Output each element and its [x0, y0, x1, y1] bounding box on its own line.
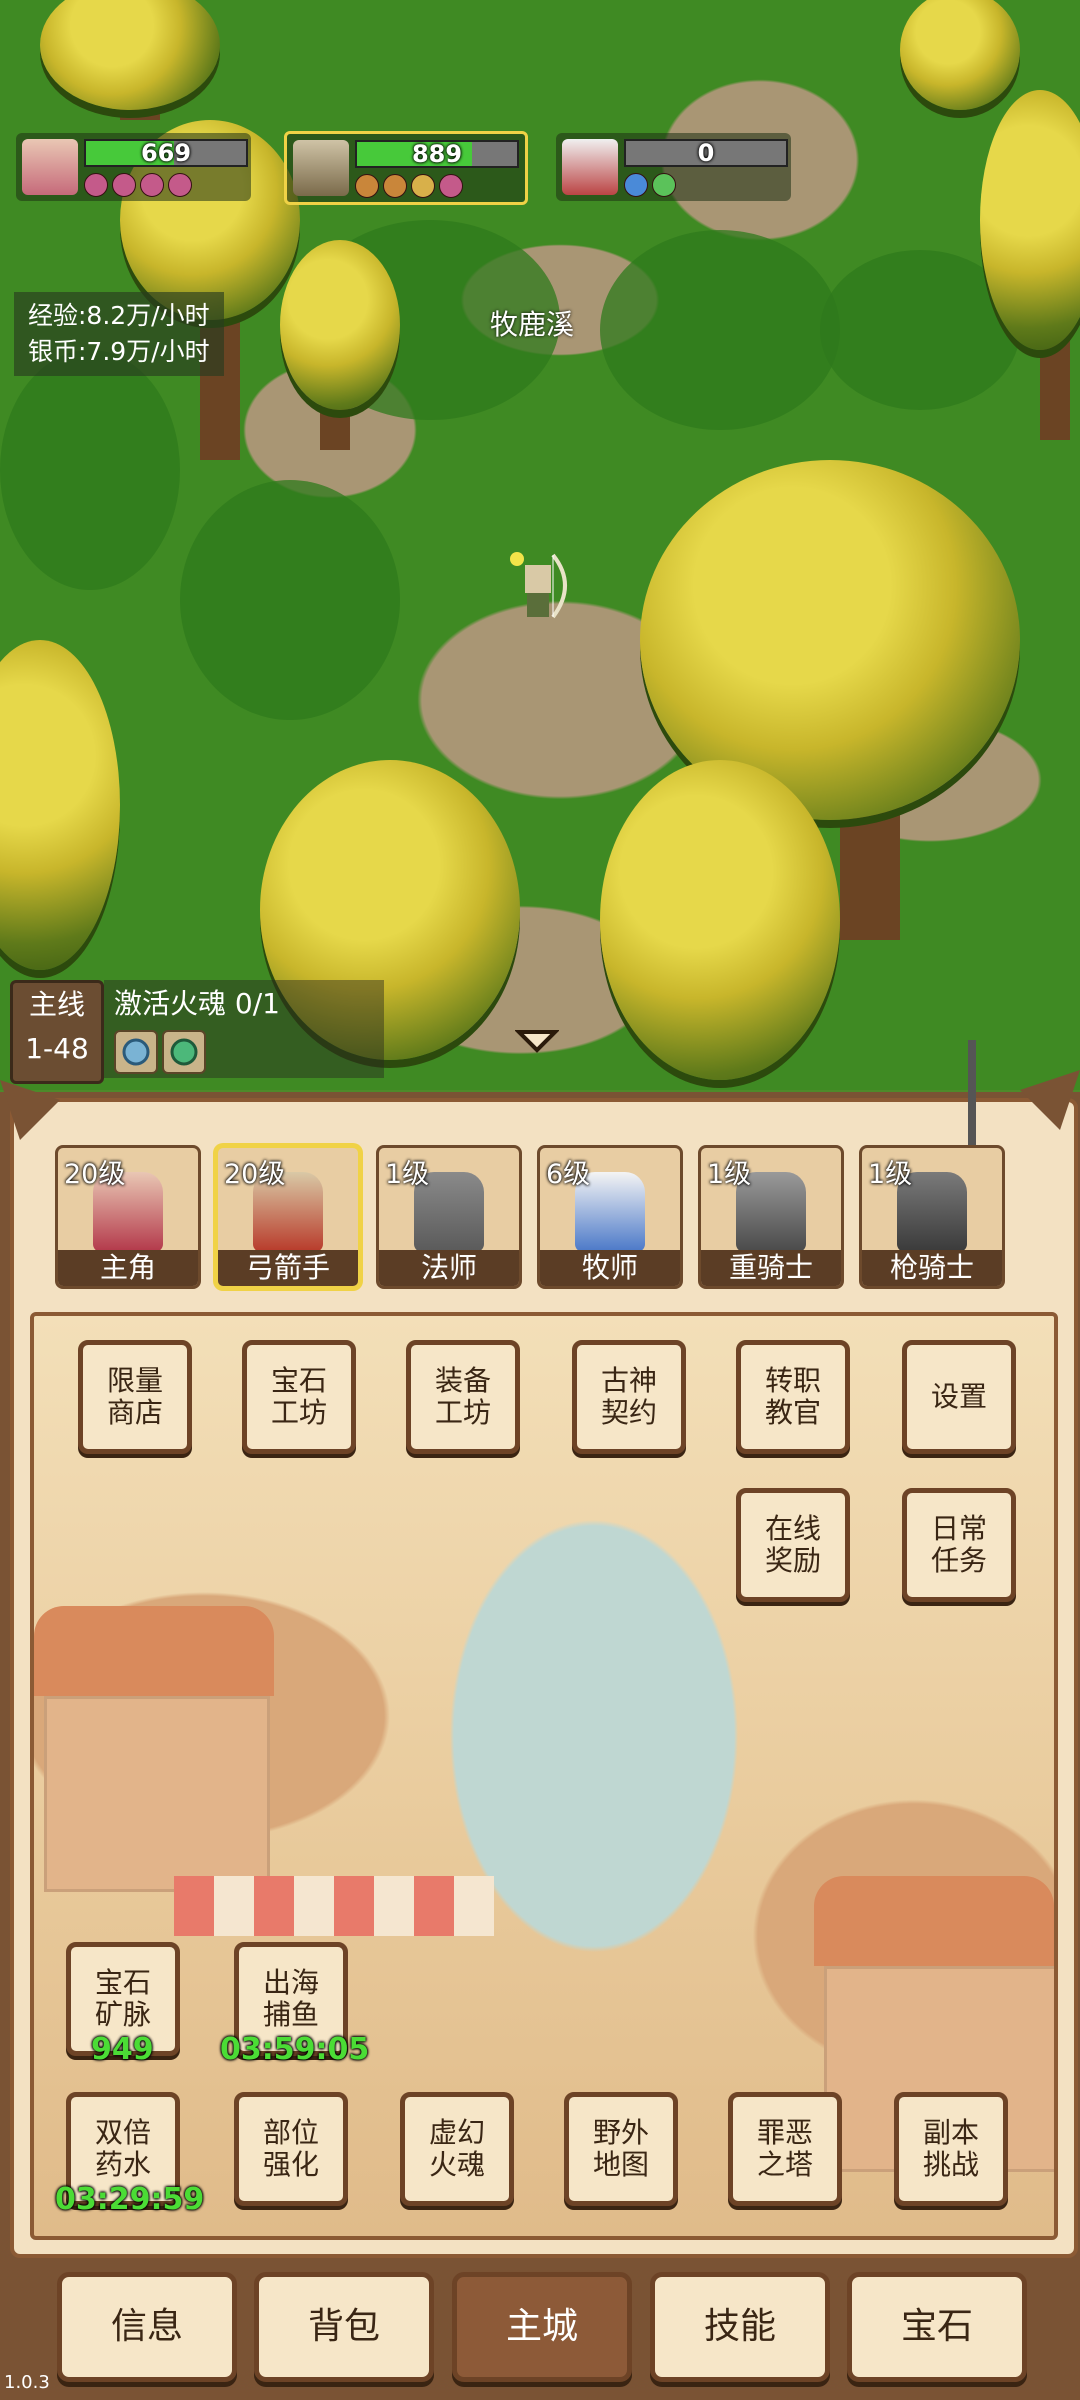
- hero-portrait: [22, 139, 78, 195]
- skill-icon: [84, 173, 108, 197]
- background-foliage: [600, 230, 840, 430]
- role-level: 6级: [546, 1159, 591, 1190]
- online-reward-button[interactable]: 在线 奖励: [736, 1488, 850, 1602]
- role-level: 1级: [868, 1159, 913, 1190]
- tower-of-sin-button[interactable]: 罪恶 之塔: [728, 2092, 842, 2206]
- daily-task-button[interactable]: 日常 任务: [902, 1488, 1016, 1602]
- reward-gem-icon[interactable]: [162, 1030, 206, 1074]
- skill-icon: [652, 173, 676, 197]
- illusory-fire-soul-button[interactable]: 虚幻 火魂: [400, 2092, 514, 2206]
- corner-ornament-icon: [0, 1080, 60, 1140]
- tree: [900, 0, 1020, 110]
- reward-orb-icon[interactable]: [114, 1030, 158, 1074]
- hero-status-0[interactable]: 669: [16, 133, 251, 201]
- part-enhance-button[interactable]: 部位 强化: [234, 2092, 348, 2206]
- role-mage[interactable]: 1级 法师: [376, 1145, 522, 1289]
- archer-character: [510, 552, 567, 619]
- role-level: 20级: [224, 1159, 286, 1190]
- nav-backpack[interactable]: 背包: [254, 2272, 434, 2382]
- hero-portrait: [293, 140, 349, 196]
- role-name: 牧师: [540, 1250, 680, 1286]
- skill-icon: [140, 173, 164, 197]
- income-rates: 经验:8.2万/小时 银币:7.9万/小时: [14, 292, 224, 376]
- gem-mine-count: 949: [91, 2032, 154, 2067]
- hero-status-1[interactable]: 889: [284, 131, 528, 205]
- tree: [600, 760, 840, 1080]
- version-label: 1.0.3: [4, 2372, 50, 2393]
- hero-portrait: [562, 139, 618, 195]
- nav-gems[interactable]: 宝石: [847, 2272, 1027, 2382]
- exp-rate: 经验:8.2万/小时: [28, 301, 210, 330]
- lance-decoration: [968, 1040, 976, 1150]
- house-roof: [34, 1606, 274, 1696]
- orb-icon: [122, 1038, 150, 1066]
- role-priest[interactable]: 6级 牧师: [537, 1145, 683, 1289]
- tree: [280, 240, 400, 410]
- hp-bar: 669: [84, 139, 248, 167]
- zone-name: 牧鹿溪: [490, 308, 575, 341]
- limited-shop-button[interactable]: 限量 商店: [78, 1340, 192, 1454]
- skill-icon: [383, 174, 407, 198]
- role-archer[interactable]: 20级 弓箭手: [215, 1145, 361, 1289]
- nav-skills[interactable]: 技能: [650, 2272, 830, 2382]
- role-level: 20级: [64, 1159, 126, 1190]
- role-name: 重骑士: [701, 1250, 841, 1286]
- hp-value: 669: [140, 139, 192, 167]
- role-lancer[interactable]: 1级 枪骑士: [859, 1145, 1005, 1289]
- skill-icon: [411, 174, 435, 198]
- quest-tag-label: 主线: [28, 988, 85, 1021]
- fishing-timer: 03:59:05: [220, 2032, 370, 2067]
- tree: [40, 0, 220, 110]
- skill-icons: [355, 174, 463, 198]
- skill-icon: [355, 174, 379, 198]
- settings-button[interactable]: 设置: [902, 1340, 1016, 1454]
- role-level: 1级: [385, 1159, 430, 1190]
- role-name: 枪骑士: [862, 1250, 1002, 1286]
- role-hero[interactable]: 20级 主角: [55, 1145, 201, 1289]
- skill-icon: [112, 173, 136, 197]
- skill-icons: [84, 173, 192, 197]
- house: [44, 1696, 270, 1892]
- house-roof: [814, 1876, 1054, 1966]
- collapse-arrow-icon[interactable]: [515, 1026, 559, 1056]
- hp-value: 0: [697, 139, 715, 167]
- background-foliage: [0, 350, 180, 590]
- quest-objective: 激活火魂 0/1: [114, 987, 280, 1020]
- skill-icon: [624, 173, 648, 197]
- role-name: 法师: [379, 1250, 519, 1286]
- dungeon-challenge-button[interactable]: 副本 挑战: [894, 2092, 1008, 2206]
- background-foliage: [180, 480, 400, 720]
- ancient-god-pact-button[interactable]: 古神 契约: [572, 1340, 686, 1454]
- skill-icons: [624, 173, 676, 197]
- market-awning: [174, 1876, 494, 1936]
- skill-icon: [439, 174, 463, 198]
- skill-icon: [168, 173, 192, 197]
- hp-value: 889: [411, 140, 463, 168]
- role-name: 弓箭手: [218, 1250, 358, 1286]
- role-heavy-knight[interactable]: 1级 重骑士: [698, 1145, 844, 1289]
- corner-ornament-icon: [1020, 1070, 1080, 1130]
- gem-workshop-button[interactable]: 宝石 工坊: [242, 1340, 356, 1454]
- role-level: 1级: [707, 1159, 752, 1190]
- gem-icon: [170, 1038, 198, 1066]
- nav-info[interactable]: 信息: [57, 2272, 237, 2382]
- nav-main-city[interactable]: 主城: [452, 2272, 632, 2382]
- class-change-button[interactable]: 转职 教官: [736, 1340, 850, 1454]
- hp-bar: 889: [355, 140, 519, 168]
- equipment-workshop-button[interactable]: 装备 工坊: [406, 1340, 520, 1454]
- tree: [0, 640, 120, 970]
- potion-timer: 03:29:59: [55, 2182, 205, 2217]
- hero-status-2[interactable]: 0: [556, 133, 791, 201]
- role-name: 主角: [58, 1250, 198, 1286]
- hp-bar: 0: [624, 139, 788, 167]
- silver-rate: 银币:7.9万/小时: [28, 337, 210, 366]
- field-map-button[interactable]: 野外 地图: [564, 2092, 678, 2206]
